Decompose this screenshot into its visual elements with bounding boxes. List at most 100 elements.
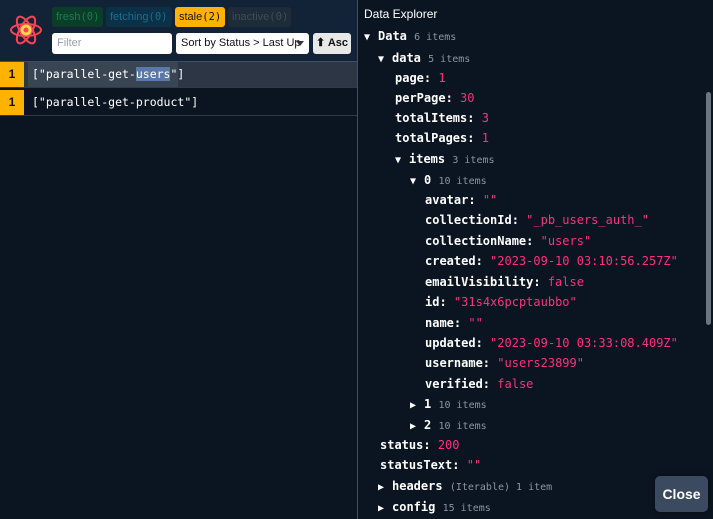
tree-node-item-1[interactable]: ▶ 1 10 items — [410, 394, 487, 414]
expanded-arrow-icon: ▼ — [395, 155, 402, 166]
leaf-value: 30 — [460, 91, 475, 105]
tree-node-config[interactable]: ▶ config 15 items — [378, 497, 491, 517]
tree-leaf-name: name: "" — [425, 313, 483, 333]
tree-leaf-collectionname: collectionName: "users" — [425, 231, 591, 251]
badge-label: fresh — [56, 11, 81, 23]
leaf-key: avatar: — [425, 193, 476, 207]
node-meta: 5 items — [428, 54, 471, 65]
leaf-value: "users23899" — [497, 356, 584, 370]
expanded-arrow-icon: ▼ — [378, 54, 385, 65]
badge-count: (0) — [148, 11, 168, 23]
status-badge-inactive[interactable]: inactive(0) — [228, 7, 291, 27]
tree-leaf-emailvisibility: emailVisibility: false — [425, 272, 584, 292]
observer-count: 1 — [0, 62, 24, 87]
leaf-key: totalItems: — [395, 111, 475, 125]
node-label: data — [392, 51, 421, 65]
tree-node-data-root[interactable]: ▼ Data 6 items — [364, 26, 456, 46]
badge-count: (0) — [269, 11, 289, 23]
tree-node-items[interactable]: ▼ items 3 items — [395, 149, 495, 169]
leaf-key: emailVisibility: — [425, 275, 541, 289]
tree-leaf-username: username: "users23899" — [425, 353, 584, 373]
query-row[interactable]: 1 ["parallel-get-users"] — [0, 62, 357, 88]
close-button[interactable]: Close — [655, 476, 708, 512]
leaf-value: "_pb_users_auth_" — [526, 213, 649, 227]
query-key-prefix: ["parallel-get- — [32, 67, 136, 81]
filter-placeholder: Filter — [57, 37, 82, 49]
panel-header: fresh(0) fetching(0) stale(2) inactive(0… — [0, 0, 357, 62]
tree-leaf-totalitems: totalItems: 3 — [395, 108, 489, 128]
query-key-suffix: "] — [170, 67, 185, 81]
tree-node-item-0[interactable]: ▼ 0 10 items — [410, 170, 487, 190]
leaf-value: 3 — [481, 111, 489, 125]
vertical-scrollbar[interactable] — [706, 92, 711, 325]
tree-leaf-created: created: "2023-09-10 03:10:56.257Z" — [425, 251, 678, 271]
query-list-panel: fresh(0) fetching(0) stale(2) inactive(0… — [0, 0, 357, 519]
chevron-down-icon — [296, 41, 304, 46]
node-label: 2 — [424, 418, 432, 432]
status-badge-fresh[interactable]: fresh(0) — [52, 7, 103, 27]
node-label: Data — [378, 29, 407, 43]
node-meta: 10 items — [438, 400, 487, 411]
tree-node-item-2[interactable]: ▶ 2 10 items — [410, 415, 487, 435]
leaf-key: totalPages: — [395, 131, 475, 145]
node-meta: 3 items — [452, 155, 495, 166]
node-meta: 6 items — [414, 32, 457, 43]
tree-leaf-statustext: statusText: "" — [380, 455, 481, 475]
node-meta: 10 items — [438, 176, 487, 187]
leaf-key: collectionName: — [425, 234, 534, 248]
leaf-key: perPage: — [395, 91, 453, 105]
collapsed-arrow-icon: ▶ — [378, 503, 385, 514]
tree-node-headers[interactable]: ▶ headers (Iterable) 1 item — [378, 476, 552, 496]
leaf-key: statusText: — [380, 458, 460, 472]
collapsed-arrow-icon: ▶ — [410, 421, 417, 432]
tree-leaf-collectionid: collectionId: "_pb_users_auth_" — [425, 210, 649, 230]
leaf-key: id: — [425, 295, 447, 309]
tree-leaf-updated: updated: "2023-09-10 03:33:08.409Z" — [425, 333, 678, 353]
tree-leaf-perpage: perPage: 30 — [395, 88, 474, 108]
tree-leaf-verified: verified: false — [425, 374, 533, 394]
tree-leaf-totalpages: totalPages: 1 — [395, 128, 489, 148]
explorer-title: Data Explorer — [364, 7, 438, 21]
collapsed-arrow-icon: ▶ — [410, 400, 417, 411]
filter-input[interactable]: Filter — [52, 33, 172, 54]
leaf-value: 200 — [437, 438, 460, 452]
data-explorer-panel: Data Explorer ▼ Data 6 items ▼ data 5 item… — [358, 0, 713, 519]
leaf-key: collectionId: — [425, 213, 519, 227]
badge-label: inactive — [232, 11, 270, 23]
leaf-key: created: — [425, 254, 483, 268]
tree-node-data[interactable]: ▼ data 5 items — [378, 48, 470, 68]
leaf-key: verified: — [425, 377, 491, 391]
badge-label: stale — [179, 11, 203, 23]
sort-direction-button[interactable]: ⬆ Asc — [313, 33, 351, 54]
leaf-value: "2023-09-10 03:33:08.409Z" — [490, 336, 678, 350]
tree-leaf-avatar: avatar: "" — [425, 190, 497, 210]
query-row[interactable]: 1 ["parallel-get-product"] — [0, 90, 357, 116]
query-key-highlight: users — [135, 67, 171, 81]
leaf-value: "" — [468, 316, 483, 330]
tree-leaf-id: id: "31s4x6pcptaubbo" — [425, 292, 577, 312]
badge-label: fetching — [110, 11, 149, 23]
sort-select[interactable]: Sort by Status > Last Up — [176, 33, 309, 54]
node-label: 0 — [424, 173, 432, 187]
leaf-key: page: — [395, 71, 432, 85]
node-meta: (Iterable) 1 item — [449, 482, 553, 493]
node-label: 1 — [424, 397, 432, 411]
leaf-key: updated: — [425, 336, 483, 350]
observer-count: 1 — [0, 90, 24, 115]
leaf-value: false — [497, 377, 534, 391]
node-label: headers — [392, 479, 443, 493]
leaf-value: 1 — [438, 71, 446, 85]
leaf-key: name: — [425, 316, 462, 330]
status-badge-fetching[interactable]: fetching(0) — [106, 7, 172, 27]
expanded-arrow-icon: ▼ — [364, 32, 371, 43]
query-key: ["parallel-get-product"] — [32, 95, 199, 109]
collapsed-arrow-icon: ▶ — [378, 482, 385, 493]
badge-count: (2) — [202, 11, 222, 23]
node-label: config — [392, 500, 436, 514]
leaf-value: "31s4x6pcptaubbo" — [453, 295, 577, 309]
leaf-value: "" — [482, 193, 498, 207]
leaf-key: status: — [380, 438, 431, 452]
status-badge-stale[interactable]: stale(2) — [175, 7, 225, 27]
leaf-value: 1 — [481, 131, 489, 145]
react-query-logo-icon[interactable] — [6, 10, 46, 50]
